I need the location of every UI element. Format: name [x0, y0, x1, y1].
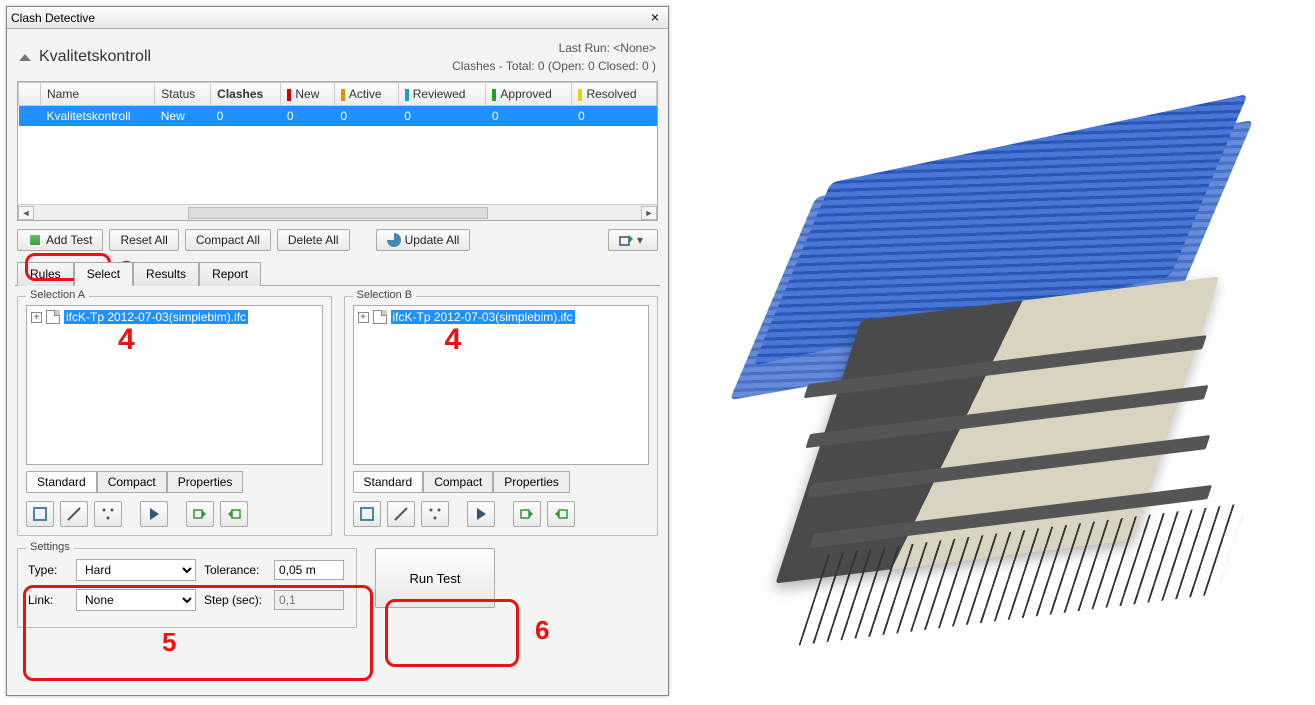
selection-b-label: Selection B	[353, 289, 417, 301]
cell-active: 0	[334, 106, 398, 127]
select-box-icon[interactable]	[26, 501, 54, 527]
tests-grid: Name Status Clashes New Active Reviewed …	[17, 81, 658, 221]
step-label: Step (sec):	[204, 593, 266, 607]
select-line-icon[interactable]	[387, 501, 415, 527]
file-icon	[46, 310, 60, 324]
tab-rules[interactable]: Rules	[17, 262, 74, 286]
chevron-down-icon: ▾	[637, 233, 647, 247]
cell-status: New	[155, 106, 211, 127]
file-icon	[373, 310, 387, 324]
col-resolved[interactable]: Resolved	[572, 83, 657, 106]
settings-group: Settings Type: Hard Tolerance: Link: Non…	[17, 548, 357, 628]
titlebar: Clash Detective ×	[7, 7, 668, 29]
expand-icon[interactable]: +	[358, 312, 369, 323]
settings-legend: Settings	[26, 541, 74, 553]
annotation-4: 4	[118, 323, 135, 357]
import-icon	[619, 233, 633, 247]
swap-b-icon[interactable]	[220, 501, 248, 527]
update-all-button[interactable]: Update All	[376, 229, 471, 251]
link-label: Link:	[28, 593, 68, 607]
tab-results[interactable]: Results	[133, 262, 199, 286]
selection-a-group: Selection A + ifcK-Tp 2012-07-03(simpleb…	[17, 296, 332, 536]
scroll-right-icon[interactable]: ►	[641, 206, 657, 220]
play-icon[interactable]	[140, 501, 168, 527]
step-input	[274, 590, 344, 610]
col-approved[interactable]: Approved	[486, 83, 572, 106]
current-test-header: Kvalitetskontroll	[19, 48, 151, 66]
collapse-icon[interactable]	[19, 54, 31, 61]
col-status[interactable]: Status	[155, 83, 211, 106]
add-test-button[interactable]: Add Test	[17, 229, 103, 251]
run-test-label: Run Test	[409, 571, 460, 586]
selection-a-tree[interactable]: + ifcK-Tp 2012-07-03(simplebim).ifc 4	[26, 305, 323, 465]
table-row[interactable]: Kvalitetskontroll New 0 0 0 0 0 0	[19, 106, 657, 127]
tolerance-input[interactable]	[274, 560, 344, 580]
selection-b-tree[interactable]: + ifcK-Tp 2012-07-03(simplebim).ifc 4	[353, 305, 650, 465]
link-select[interactable]: None	[76, 589, 196, 611]
expand-icon[interactable]: +	[31, 312, 42, 323]
tolerance-label: Tolerance:	[204, 563, 266, 577]
col-active[interactable]: Active	[334, 83, 398, 106]
swap-b-icon[interactable]	[547, 501, 575, 527]
grid-header-row: Name Status Clashes New Active Reviewed …	[19, 83, 657, 106]
cell-approved: 0	[486, 106, 572, 127]
col-reviewed[interactable]: Reviewed	[398, 83, 486, 106]
tree-item[interactable]: + ifcK-Tp 2012-07-03(simplebim).ifc	[31, 310, 318, 324]
cell-clashes: 0	[211, 106, 281, 127]
cell-name: Kvalitetskontroll	[41, 106, 155, 127]
import-export-menu[interactable]: ▾	[608, 229, 658, 251]
cell-resolved: 0	[572, 106, 657, 127]
reset-all-button[interactable]: Reset All	[109, 229, 178, 251]
selection-b-file: ifcK-Tp 2012-07-03(simplebim).ifc	[391, 310, 575, 324]
subtab-standard-b[interactable]: Standard	[353, 471, 424, 493]
select-points-icon[interactable]	[94, 501, 122, 527]
col-name[interactable]: Name	[41, 83, 155, 106]
tree-item[interactable]: + ifcK-Tp 2012-07-03(simplebim).ifc	[358, 310, 645, 324]
select-box-icon[interactable]	[353, 501, 381, 527]
type-select[interactable]: Hard	[76, 559, 196, 581]
subtab-compact-a[interactable]: Compact	[97, 471, 167, 493]
selection-a-file: ifcK-Tp 2012-07-03(simplebim).ifc	[64, 310, 248, 324]
subtab-properties-a[interactable]: Properties	[167, 471, 244, 493]
window-title: Clash Detective	[11, 11, 95, 25]
play-icon[interactable]	[467, 501, 495, 527]
selection-b-group: Selection B + ifcK-Tp 2012-07-03(simpleb…	[344, 296, 659, 536]
swap-a-icon[interactable]	[186, 501, 214, 527]
current-test-name: Kvalitetskontroll	[39, 48, 151, 66]
grid-hscroll[interactable]: ◄ ►	[18, 204, 657, 220]
select-points-icon[interactable]	[421, 501, 449, 527]
run-test-button[interactable]: Run Test	[375, 548, 495, 608]
swap-a-icon[interactable]	[513, 501, 541, 527]
close-icon[interactable]: ×	[646, 10, 664, 26]
select-line-icon[interactable]	[60, 501, 88, 527]
type-label: Type:	[28, 563, 68, 577]
last-run-value: <None>	[613, 41, 656, 55]
annotation-4: 4	[445, 323, 462, 357]
col-new[interactable]: New	[281, 83, 335, 106]
selection-a-label: Selection A	[26, 289, 89, 301]
delete-all-button[interactable]: Delete All	[277, 229, 350, 251]
subtab-standard-a[interactable]: Standard	[26, 471, 97, 493]
clash-detective-panel: Clash Detective × Kvalitetskontroll Last…	[6, 6, 669, 696]
subtab-properties-b[interactable]: Properties	[493, 471, 570, 493]
building-model	[726, 91, 1264, 629]
last-run-label: Last Run:	[559, 41, 610, 55]
col-clashes[interactable]: Clashes	[211, 83, 281, 106]
clashes-summary: Clashes - Total: 0 (Open: 0 Closed: 0 )	[452, 59, 656, 73]
compact-all-button[interactable]: Compact All	[185, 229, 271, 251]
scroll-left-icon[interactable]: ◄	[18, 206, 34, 220]
tab-select[interactable]: Select	[74, 262, 133, 286]
tab-report[interactable]: Report	[199, 262, 261, 286]
scroll-thumb[interactable]	[188, 207, 488, 219]
cell-reviewed: 0	[398, 106, 486, 127]
cell-new: 0	[281, 106, 335, 127]
subtab-compact-b[interactable]: Compact	[423, 471, 493, 493]
model-3d-view[interactable]	[700, 40, 1290, 680]
